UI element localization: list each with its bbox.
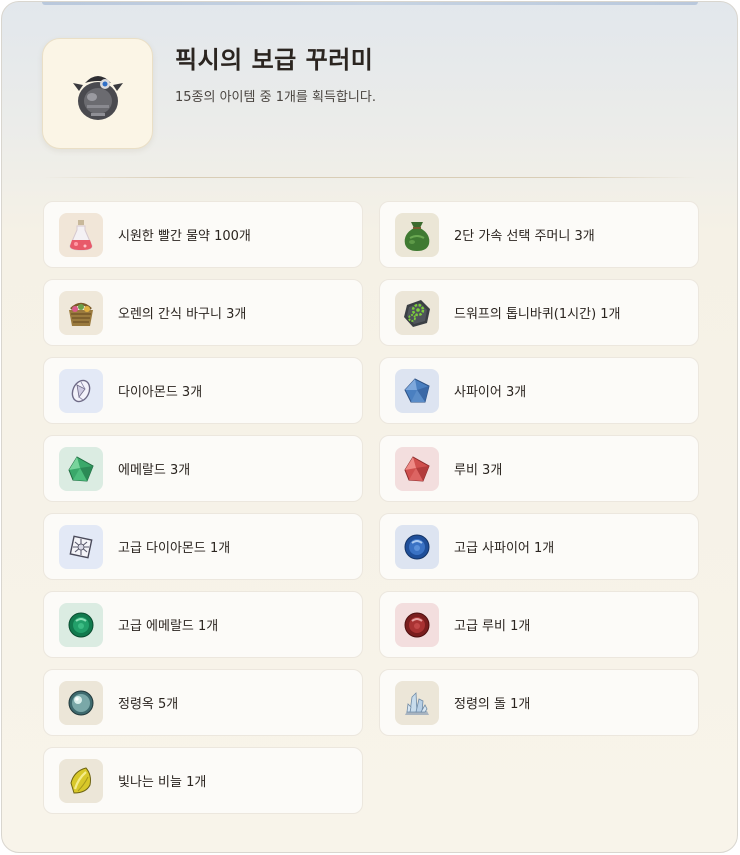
pixie-supply-pouch-icon: [42, 38, 153, 149]
item-label: 고급 다이아몬드 1개: [118, 541, 231, 556]
item-label: 다이아몬드 3개: [118, 385, 203, 400]
high-emerald-icon: [68, 612, 94, 637]
diamond-icon-box: [59, 368, 103, 413]
item-label: 오렌의 간식 바구니 3개: [118, 307, 247, 322]
item-spirit-stone[interactable]: 정령의 돌 1개: [379, 669, 699, 736]
high-sapphire-icon: [404, 534, 430, 559]
item-label: 고급 사파이어 1개: [454, 541, 555, 556]
item-dwarf-saw[interactable]: 드워프의 톱니바퀴(1시간) 1개: [379, 279, 699, 346]
item-subtitle: 15종의 아이템 중 1개를 획득합니다.: [175, 90, 376, 105]
spirit-orb-icon: [68, 690, 94, 715]
item-label: 빛나는 비늘 1개: [118, 775, 207, 790]
item-label: 2단 가속 선택 주머니 3개: [454, 229, 595, 244]
item-snack-basket[interactable]: 오렌의 간식 바구니 3개: [43, 279, 363, 346]
item-title: 픽시의 보급 꾸러미: [175, 45, 374, 74]
item-emerald[interactable]: 에메랄드 3개: [43, 435, 363, 502]
item-high-emerald[interactable]: 고급 에메랄드 1개: [43, 591, 363, 658]
diamond-icon: [71, 379, 91, 402]
item-info-card: 픽시의 보급 꾸러미 15종의 아이템 중 1개를 획득합니다. 시원한 빨간 …: [1, 1, 738, 853]
spirit-stone-icon-box: [395, 680, 439, 725]
item-speed-pouch[interactable]: 2단 가속 선택 주머니 3개: [379, 201, 699, 268]
divider: [42, 177, 698, 178]
item-label: 시원한 빨간 물약 100개: [118, 229, 251, 244]
item-label: 에메랄드 3개: [118, 463, 191, 478]
green-pouch-icon: [404, 221, 430, 251]
snack-basket-icon-box: [59, 290, 103, 335]
item-high-sapphire[interactable]: 고급 사파이어 1개: [379, 513, 699, 580]
item-label: 고급 에메랄드 1개: [118, 619, 219, 634]
high-sapphire-icon-box: [395, 524, 439, 569]
item-label: 드워프의 톱니바퀴(1시간) 1개: [454, 307, 621, 322]
glowing-scale-icon: [70, 766, 91, 794]
high-emerald-icon-box: [59, 602, 103, 647]
item-red-potion[interactable]: 시원한 빨간 물약 100개: [43, 201, 363, 268]
item-ruby[interactable]: 루비 3개: [379, 435, 699, 502]
snack-basket-icon: [69, 302, 93, 326]
reward-list: 시원한 빨간 물약 100개 2단 가속 선택 주머니 3개 오렌의 간식 바구…: [43, 201, 699, 814]
high-ruby-icon: [404, 612, 430, 637]
ruby-icon: [404, 455, 430, 482]
red-potion-icon-box: [59, 212, 103, 257]
emerald-icon-box: [59, 446, 103, 491]
green-pouch-icon-box: [395, 212, 439, 257]
item-glowing-scale[interactable]: 빛나는 비늘 1개: [43, 747, 363, 814]
gear-icon-box: [395, 290, 439, 335]
item-diamond[interactable]: 다이아몬드 3개: [43, 357, 363, 424]
item-label: 루비 3개: [454, 463, 503, 478]
gear-icon: [404, 299, 430, 327]
spirit-stone-crystal-icon: [405, 691, 429, 715]
high-diamond-icon: [69, 534, 93, 559]
spirit-orb-icon-box: [59, 680, 103, 725]
sapphire-icon-box: [395, 368, 439, 413]
sapphire-icon: [404, 377, 430, 402]
item-label: 사파이어 3개: [454, 385, 527, 400]
item-label: 정령의 돌 1개: [454, 697, 531, 712]
ruby-icon-box: [395, 446, 439, 491]
item-high-ruby[interactable]: 고급 루비 1개: [379, 591, 699, 658]
high-ruby-icon-box: [395, 602, 439, 647]
item-sapphire[interactable]: 사파이어 3개: [379, 357, 699, 424]
high-diamond-icon-box: [59, 524, 103, 569]
top-accent-bar: [42, 2, 698, 5]
item-label: 정령옥 5개: [118, 697, 179, 712]
item-label: 고급 루비 1개: [454, 619, 531, 634]
emerald-icon: [68, 455, 94, 482]
item-high-diamond[interactable]: 고급 다이아몬드 1개: [43, 513, 363, 580]
red-potion-icon: [69, 219, 93, 251]
glowing-scale-icon-box: [59, 758, 103, 803]
item-spirit-orb[interactable]: 정령옥 5개: [43, 669, 363, 736]
